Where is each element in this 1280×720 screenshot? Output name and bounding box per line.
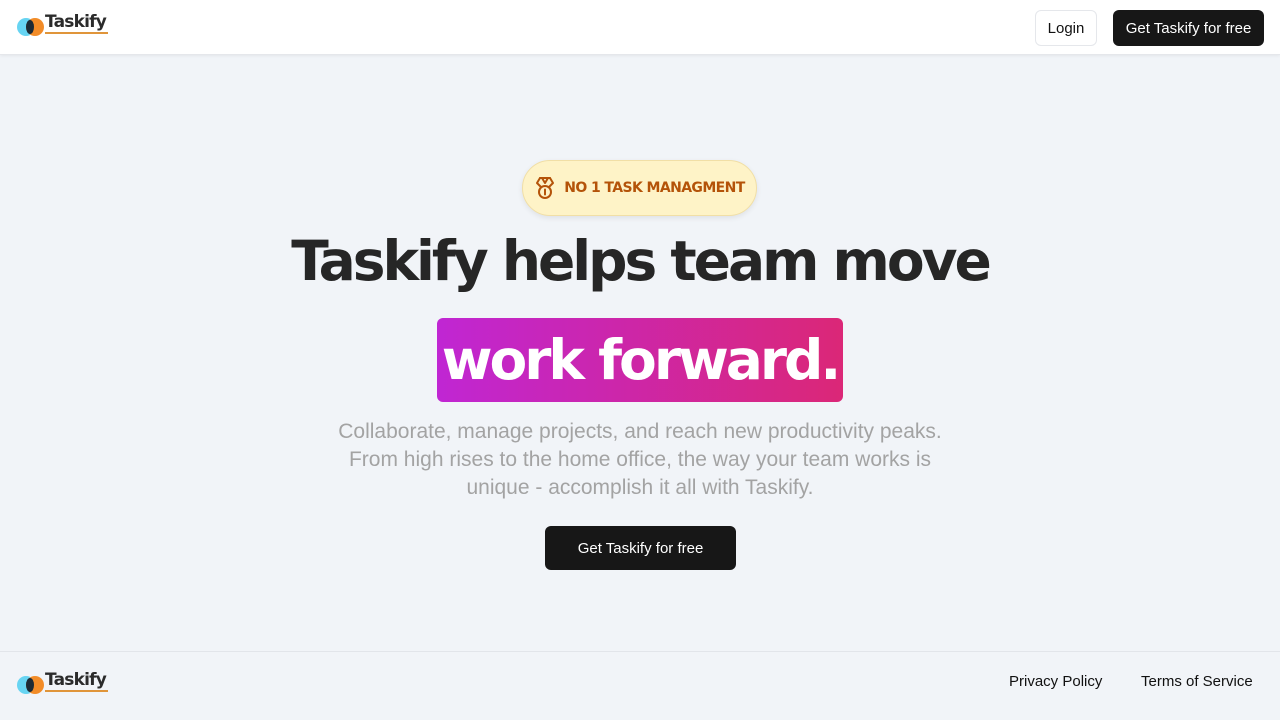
footer-logo[interactable]: Taskify (16, 669, 109, 700)
logo-text: Taskify (45, 11, 109, 34)
navbar: Taskify Login Get Taskify for free (0, 0, 1280, 55)
login-button[interactable]: Login (1035, 10, 1097, 46)
logo-mark-icon (16, 17, 46, 37)
hero-subtext-line: From high rises to the home office, the … (348, 448, 931, 471)
logo-text: Taskify (45, 669, 109, 692)
hero-subtext: Collaborate, manage projects, and reach … (300, 418, 980, 502)
hero-subtext-line: Collaborate, manage projects, and reach … (338, 420, 942, 443)
hero-headline: Taskify helps team move (291, 229, 992, 293)
privacy-policy-link[interactable]: Privacy Policy (1009, 673, 1102, 690)
terms-of-service-link[interactable]: Terms of Service (1141, 673, 1253, 690)
hero-badge: No 1 task managment (522, 160, 757, 216)
get-taskify-hero-button[interactable]: Get Taskify for free (545, 526, 736, 570)
logo[interactable]: Taskify (16, 11, 109, 42)
medal-icon (536, 177, 555, 199)
badge-text: No 1 task managment (564, 180, 745, 196)
logo-mark-icon (16, 675, 46, 695)
hero-highlight: work forward. (437, 318, 843, 402)
get-taskify-nav-button[interactable]: Get Taskify for free (1113, 10, 1264, 46)
hero-subtext-line: unique - accomplish it all with Taskify. (466, 476, 814, 499)
